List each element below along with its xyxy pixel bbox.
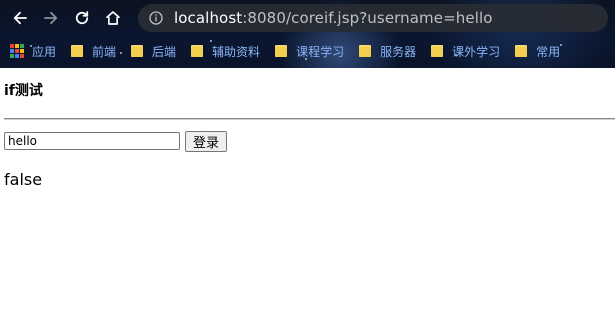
url-text: localhost:8080/coreif.jsp?username=hello <box>174 9 493 27</box>
folder-icon <box>191 45 204 57</box>
back-button[interactable] <box>8 6 32 30</box>
home-button[interactable] <box>101 6 125 30</box>
folder-icon <box>515 45 528 57</box>
bookmark-label: 后端 <box>152 44 177 59</box>
url-path: :8080/coreif.jsp?username=hello <box>242 9 493 27</box>
bookmark-apps[interactable]: 应用 <box>10 40 56 62</box>
address-bar[interactable]: localhost:8080/coreif.jsp?username=hello <box>138 4 608 32</box>
bookmark-folder[interactable]: 后端 <box>130 40 176 62</box>
url-host: localhost <box>174 9 243 27</box>
folder-icon <box>431 45 444 57</box>
forward-button[interactable] <box>39 6 63 30</box>
bookmark-label: 辅助资料 <box>212 44 261 59</box>
reload-icon <box>75 11 89 25</box>
reload-button[interactable] <box>70 6 94 30</box>
home-icon <box>106 11 120 25</box>
folder-icon <box>359 45 372 57</box>
browser-chrome: localhost:8080/coreif.jsp?username=hello… <box>0 0 615 68</box>
bookmark-label: 课程学习 <box>296 44 345 59</box>
login-form: 登录 <box>4 130 227 152</box>
apps-grid-icon <box>10 44 24 58</box>
login-button[interactable]: 登录 <box>185 130 227 152</box>
page-title: if测试 <box>4 83 43 99</box>
bookmark-folder[interactable]: 前端 <box>70 40 116 62</box>
result-text: false <box>4 170 43 189</box>
forward-arrow-icon <box>44 11 58 25</box>
bookmarks-bar: 应用 前端 后端 辅助资料 课程学习 服务器 课外学习 常用 <box>0 38 615 64</box>
browser-nav-row: localhost:8080/coreif.jsp?username=hello <box>0 0 615 36</box>
bookmark-folder[interactable]: 服务器 <box>358 40 416 62</box>
horizontal-rule <box>4 118 615 120</box>
folder-icon <box>131 45 144 57</box>
folder-icon <box>275 45 288 57</box>
back-arrow-icon <box>13 11 27 25</box>
bookmark-label: 常用 <box>536 44 561 59</box>
bookmark-folder[interactable]: 辅助资料 <box>190 40 260 62</box>
bookmark-label: 前端 <box>92 44 117 59</box>
bookmark-folder[interactable]: 课程学习 <box>274 40 344 62</box>
bookmark-label: 服务器 <box>380 44 417 59</box>
folder-icon <box>71 45 84 57</box>
username-input[interactable] <box>4 132 180 150</box>
bookmark-label: 应用 <box>32 44 57 59</box>
page-content: if测试 登录 false <box>0 68 615 324</box>
info-icon[interactable] <box>148 10 164 26</box>
bookmark-folder[interactable]: 课外学习 <box>430 40 500 62</box>
bookmark-folder[interactable]: 常用 <box>514 40 560 62</box>
bookmark-label: 课外学习 <box>452 44 501 59</box>
